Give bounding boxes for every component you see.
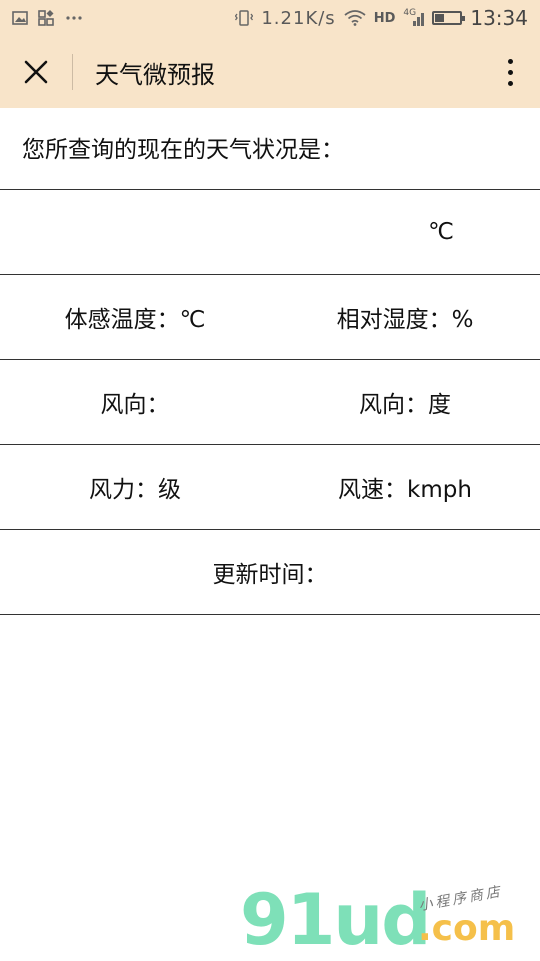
wind-degree-label: 风向：度 — [359, 392, 451, 418]
close-icon — [24, 60, 48, 84]
app-grid-icon — [38, 10, 54, 26]
page-title: 天气微预报 — [95, 60, 215, 89]
weather-table: ℃ 体感温度：℃ 相对湿度：% 风向： 风向：度 风力：级 风速：kmph 更新… — [0, 189, 540, 615]
network-type: HD — [373, 10, 396, 26]
wind-force-row: 风力：级 风速：kmph — [0, 444, 540, 529]
feels-humidity-row: 体感温度：℃ 相对湿度：% — [0, 274, 540, 359]
battery-icon — [432, 11, 466, 25]
signal-label: 4G — [403, 8, 417, 18]
wind-direction-row: 风向： 风向：度 — [0, 359, 540, 444]
humidity-label: 相对湿度：% — [336, 307, 474, 333]
wind-force-label: 风力：级 — [89, 477, 181, 503]
status-bar-left — [12, 10, 82, 26]
query-heading: 您所查询的现在的天气状况是： — [22, 137, 344, 163]
nav-bar: 天气微预报 — [0, 36, 540, 108]
watermark-brand: 91ud — [240, 879, 431, 961]
close-button[interactable] — [0, 36, 72, 108]
signal-icon: 4G — [403, 8, 425, 26]
status-bar: 1.21K/s HD 4G 13:34 — [0, 0, 540, 36]
temperature-row: ℃ — [0, 189, 540, 274]
network-speed: 1.21K/s — [261, 7, 336, 29]
more-vertical-icon — [507, 58, 513, 64]
wifi-icon — [344, 10, 366, 26]
feels-like-label: 体感温度：℃ — [64, 307, 206, 333]
more-dots-icon — [66, 16, 82, 20]
battery-fill — [435, 14, 445, 22]
watermark-logo: 91ud 小程序商店 .com — [240, 880, 540, 960]
status-bar-right: 1.21K/s HD 4G 13:34 — [235, 6, 528, 30]
update-time-label: 更新时间： — [212, 562, 328, 588]
more-menu-button[interactable] — [480, 36, 540, 108]
vibrate-icon — [235, 10, 254, 26]
update-time-row: 更新时间： — [0, 529, 540, 615]
watermark-suffix: .com — [418, 908, 516, 949]
nav-divider — [72, 54, 73, 90]
wind-speed-label: 风速：kmph — [338, 477, 472, 503]
temperature-value: ℃ — [428, 219, 454, 245]
clock: 13:34 — [470, 6, 528, 30]
wind-direction-label: 风向： — [100, 392, 170, 418]
image-icon — [12, 11, 28, 25]
